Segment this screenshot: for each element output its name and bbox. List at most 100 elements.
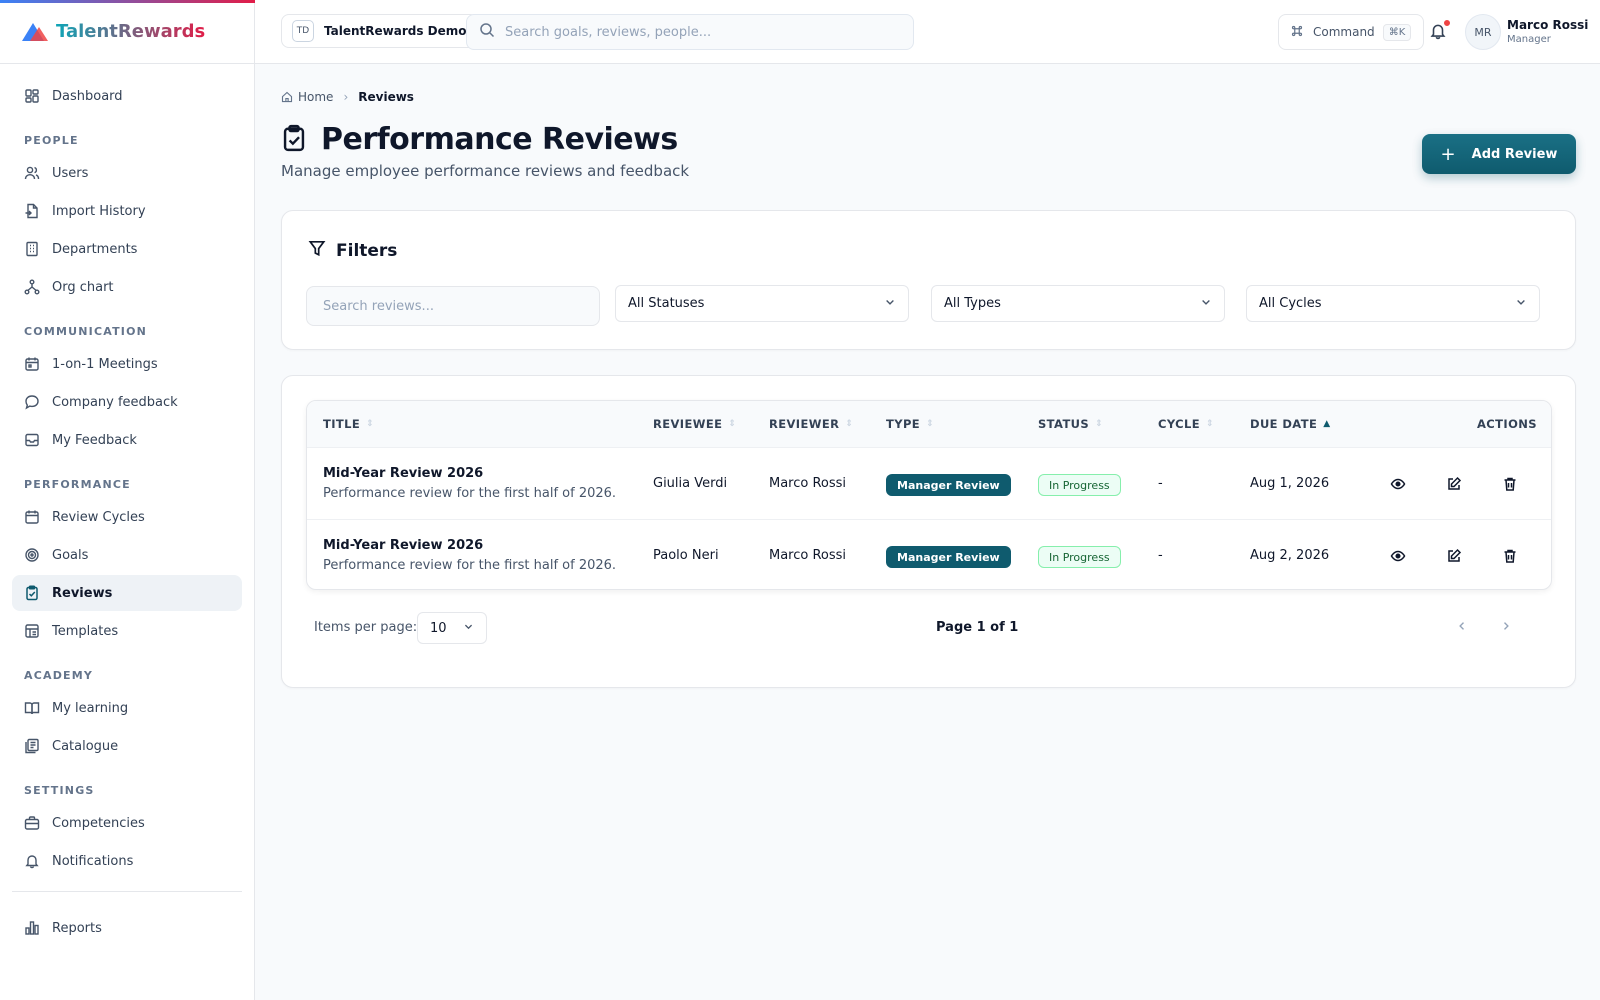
sidebar-item-import-history[interactable]: Import History <box>12 193 242 229</box>
home-icon[interactable] <box>281 91 293 103</box>
sidebar-item-org-chart[interactable]: Org chart <box>12 269 242 305</box>
sidebar-item-label: Users <box>52 165 89 181</box>
sidebar-item-label: Dashboard <box>52 88 123 104</box>
plus-icon: + <box>1440 143 1456 165</box>
due-date: Aug 2, 2026 <box>1250 548 1330 563</box>
previous-page-button[interactable] <box>1452 618 1472 638</box>
items-per-page-label: Items per page: <box>314 620 418 635</box>
column-reviewee[interactable]: REVIEWEE ⇕ <box>653 417 736 431</box>
org-switcher[interactable]: TD TalentRewards Demo <box>281 14 478 48</box>
sidebar-item-goals[interactable]: Goals <box>12 537 242 573</box>
sidebar: TalentRewards Dashboard PEOPLE Users Imp… <box>0 0 255 1000</box>
review-title[interactable]: Mid-Year Review 2026 <box>323 466 483 481</box>
notification-dot <box>1443 19 1451 27</box>
review-search-input[interactable] <box>306 286 600 326</box>
review-description: Performance review for the first half of… <box>323 486 617 501</box>
template-icon <box>24 623 40 639</box>
sidebar-item-competencies[interactable]: Competencies <box>12 805 242 841</box>
chevron-right-icon: › <box>343 90 349 104</box>
sidebar-item-departments[interactable]: Departments <box>12 231 242 267</box>
status-badge: In Progress <box>1038 546 1121 568</box>
sidebar-item-notifications[interactable]: Notifications <box>12 843 242 879</box>
section-academy: ACADEMY <box>24 669 94 682</box>
sidebar-item-label: Goals <box>52 547 89 563</box>
chevron-right-icon <box>1500 620 1512 636</box>
bell-icon <box>24 853 40 869</box>
search-icon <box>479 22 495 42</box>
chevron-down-icon <box>884 296 896 312</box>
notifications-button[interactable] <box>1429 19 1451 42</box>
sidebar-item-label: Reviews <box>52 585 113 601</box>
column-due-date[interactable]: DUE DATE ▲ <box>1250 417 1331 431</box>
table-row[interactable]: Mid-Year Review 2026 Performance review … <box>307 520 1551 589</box>
add-review-button[interactable]: + Add Review <box>1422 134 1576 174</box>
breadcrumb-home[interactable]: Home <box>298 90 333 104</box>
edit-icon[interactable] <box>1446 476 1462 492</box>
edit-icon[interactable] <box>1446 548 1462 564</box>
sidebar-item-templates[interactable]: Templates <box>12 613 242 649</box>
view-icon[interactable] <box>1390 548 1406 564</box>
brand-name: TalentRewards <box>56 21 206 42</box>
column-label: TYPE <box>886 417 921 431</box>
calendar-icon <box>24 509 40 525</box>
org-badge: TD <box>292 20 314 42</box>
chevron-down-icon <box>463 621 474 636</box>
cycle: - <box>1158 476 1163 491</box>
items-per-page-select[interactable]: 10 <box>417 612 487 644</box>
column-reviewer[interactable]: REVIEWER ⇕ <box>769 417 853 431</box>
sidebar-item-label: Reports <box>52 920 102 936</box>
command-palette-button[interactable]: Command ⌘K <box>1278 14 1425 50</box>
reviewer: Marco Rossi <box>769 548 847 563</box>
section-people: PEOPLE <box>24 134 79 147</box>
column-actions: ACTIONS <box>1477 417 1537 431</box>
chevron-down-icon <box>1200 296 1212 312</box>
status-filter-select[interactable]: All Statuses <box>615 285 909 322</box>
column-type[interactable]: TYPE ⇕ <box>886 417 934 431</box>
delete-icon[interactable] <box>1502 476 1518 492</box>
review-title[interactable]: Mid-Year Review 2026 <box>323 538 483 553</box>
sidebar-item-review-cycles[interactable]: Review Cycles <box>12 499 242 535</box>
delete-icon[interactable] <box>1502 548 1518 564</box>
column-status[interactable]: STATUS ⇕ <box>1038 417 1103 431</box>
column-label: TITLE <box>323 417 361 431</box>
global-search[interactable] <box>466 14 914 50</box>
sidebar-item-label: Org chart <box>52 279 114 295</box>
cycle-filter-value: All Cycles <box>1259 296 1322 311</box>
sidebar-item-my-learning[interactable]: My learning <box>12 690 242 726</box>
type-filter-select[interactable]: All Types <box>931 285 1225 322</box>
items-per-page-value: 10 <box>430 620 447 636</box>
sidebar-item-reviews[interactable]: Reviews <box>12 575 242 611</box>
next-page-button[interactable] <box>1496 618 1516 638</box>
view-icon[interactable] <box>1390 476 1406 492</box>
sidebar-item-reports[interactable]: Reports <box>12 910 242 946</box>
sidebar-nav: Dashboard PEOPLE Users Import History De… <box>0 64 254 946</box>
filters-title: Filters <box>336 240 398 261</box>
main-content: Home › Reviews Performance Reviews Manag… <box>255 64 1600 1000</box>
section-communication: COMMUNICATION <box>24 325 148 338</box>
type-filter-value: All Types <box>944 296 1001 311</box>
org-chart-icon <box>24 279 40 295</box>
search-input[interactable] <box>505 24 885 40</box>
chevron-left-icon <box>1456 620 1468 636</box>
sidebar-item-company-feedback[interactable]: Company feedback <box>12 384 242 420</box>
column-cycle[interactable]: CYCLE ⇕ <box>1158 417 1214 431</box>
column-title[interactable]: TITLE ⇕ <box>323 417 374 431</box>
sidebar-item-label: Import History <box>52 203 146 219</box>
sidebar-item-meetings[interactable]: 1-on-1 Meetings <box>12 346 242 382</box>
user-name[interactable]: Marco Rossi <box>1507 18 1588 32</box>
user-role: Manager <box>1507 34 1551 45</box>
brand[interactable]: TalentRewards <box>0 0 254 64</box>
command-icon <box>1291 25 1303 40</box>
filters-card: Filters All Statuses All Types All Cycle… <box>281 210 1576 350</box>
status-badge: In Progress <box>1038 474 1121 496</box>
sidebar-item-dashboard[interactable]: Dashboard <box>12 78 242 114</box>
chat-bubble-icon <box>24 394 40 410</box>
table-row[interactable]: Mid-Year Review 2026 Performance review … <box>307 448 1551 520</box>
sidebar-item-catalogue[interactable]: Catalogue <box>12 728 242 764</box>
sidebar-item-users[interactable]: Users <box>12 155 242 191</box>
sidebar-item-label: My learning <box>52 700 129 716</box>
filters-header: Filters <box>308 239 397 262</box>
sidebar-item-my-feedback[interactable]: My Feedback <box>12 422 242 458</box>
cycle-filter-select[interactable]: All Cycles <box>1246 285 1540 322</box>
avatar[interactable]: MR <box>1465 14 1501 50</box>
